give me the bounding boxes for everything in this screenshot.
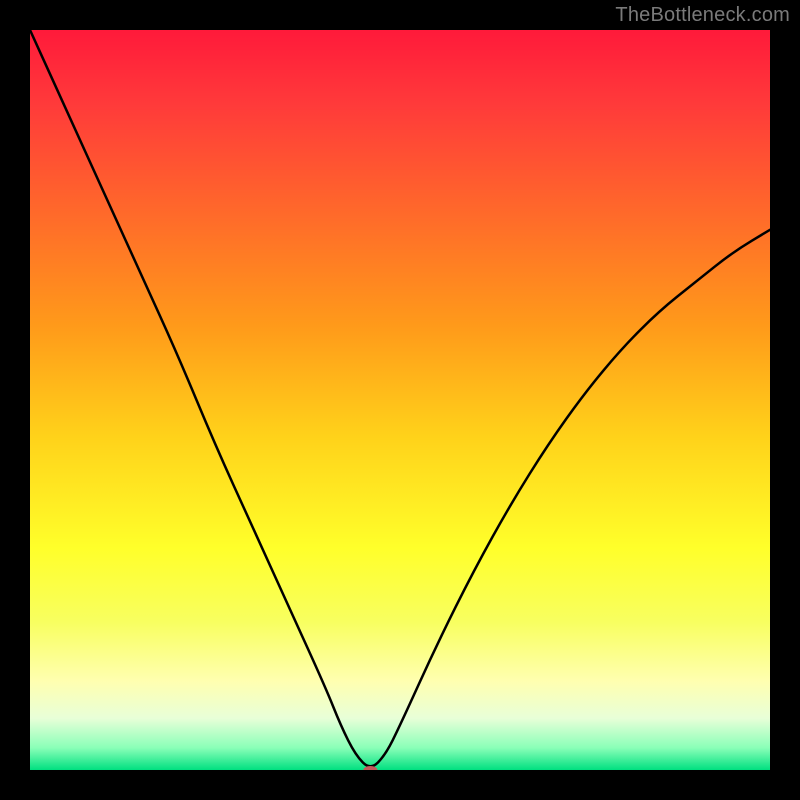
bottleneck-chart <box>30 30 770 770</box>
chart-container: TheBottleneck.com <box>0 0 800 800</box>
watermark-text: TheBottleneck.com <box>615 4 790 27</box>
gradient-background <box>30 30 770 770</box>
plot-area <box>30 30 770 770</box>
